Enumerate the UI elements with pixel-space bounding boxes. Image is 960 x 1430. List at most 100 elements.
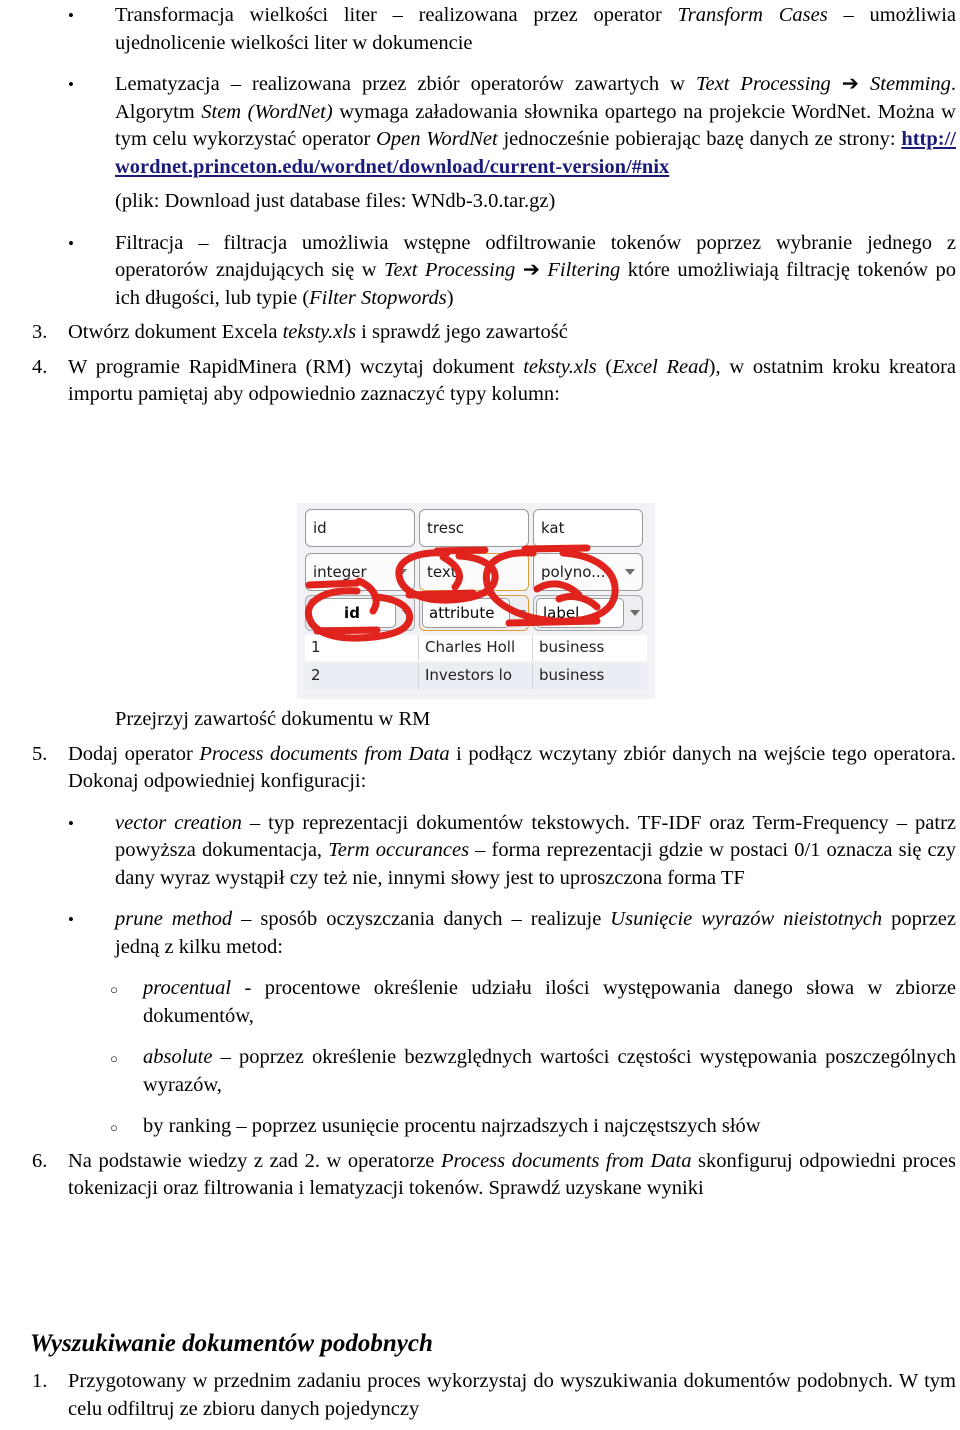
content-column-lower: Przejrzyj zawartość dokumentu w RM 5. Do…: [0, 706, 958, 1203]
column-role-cell-1: attribute: [419, 595, 533, 631]
column-name-cell-2: kat: [533, 509, 647, 547]
role-dropdown-id[interactable]: id: [305, 595, 415, 631]
subbullet-procentual: ○ procentual - procentowe określenie udz…: [0, 975, 958, 1030]
list-number: 4.: [32, 355, 48, 378]
role-dropdown-label[interactable]: label: [533, 595, 643, 631]
column-role-cell-0: id: [305, 595, 419, 631]
bullet-prune-method: • prune method – sposób oczyszczania dan…: [0, 906, 958, 961]
subbullet-absolute-text: absolute – poprzez określenie bezwzględn…: [143, 1046, 956, 1096]
column-type-cell-0: integer: [305, 553, 419, 591]
bullet-marker: •: [68, 813, 74, 833]
bullet-lematyzacja: • Lematyzacja – realizowana przez zbiór …: [0, 71, 958, 181]
type-dropdown-text[interactable]: text: [419, 553, 529, 591]
cell-id: 1: [305, 635, 419, 661]
column-name-cell-1: tresc: [419, 509, 533, 547]
caption-przejrzyj-text: Przejrzyj zawartość dokumentu w RM: [115, 708, 431, 730]
subbullet-marker: ○: [110, 1120, 118, 1135]
bullet-prune-method-text: prune method – sposób oczyszczania danyc…: [115, 908, 956, 958]
column-name-input-kat[interactable]: kat: [533, 509, 643, 547]
step-6-tokenization: 6. Na podstawie wiedzy z zad 2. w operat…: [0, 1148, 958, 1203]
bullet-filtracja: • Filtracja – filtracja umożliwia wstępn…: [0, 230, 958, 313]
subbullet-procentual-text: procentual - procentowe określenie udzia…: [143, 977, 956, 1027]
cell-kat: business: [539, 666, 605, 684]
bullet-transform-cases-text: Transformacja wielkości liter – realizow…: [115, 4, 956, 54]
document-page: • Transformacja wielkości liter – realiz…: [0, 0, 960, 1430]
bullet-transform-cases: • Transformacja wielkości liter – realiz…: [0, 2, 958, 57]
page-title: Wyszukiwanie dokumentów podobnych: [30, 1330, 433, 1357]
cell-kat: business: [539, 638, 605, 656]
cell-tresc: Charles Holl: [419, 635, 533, 661]
step-3-open-excel: 3. Otwórz dokument Excela teksty.xls i s…: [0, 319, 958, 347]
subbullet-by-ranking: ○ by ranking – poprzez usunięcie procent…: [0, 1113, 958, 1141]
subbullet-absolute: ○ absolute – poprzez określenie bezwzglę…: [0, 1044, 958, 1099]
caption-przejrzyj: Przejrzyj zawartość dokumentu w RM: [0, 706, 958, 734]
list-number: 1.: [32, 1370, 48, 1392]
content-column: • Transformacja wielkości liter – realiz…: [0, 2, 958, 409]
bullet-lematyzacja-text: Lematyzacja – realizowana przez zbiór op…: [115, 73, 956, 178]
chevron-down-icon: [402, 610, 412, 616]
list-number: 3.: [32, 321, 48, 343]
subbullet-marker: ○: [110, 1051, 118, 1066]
section-wyszukiwanie: Wyszukiwanie dokumentów podobnych 1. Prz…: [0, 1327, 958, 1423]
table-row: 1 Charles Holl business: [305, 635, 647, 661]
chevron-down-icon: [397, 569, 407, 575]
column-type-cell-1: text: [419, 553, 533, 591]
cell-id: 2: [305, 663, 419, 689]
bullet-vector-creation-text: vector creation – typ reprezentacji doku…: [115, 811, 956, 889]
step-6-text: Na podstawie wiedzy z zad 2. w operatorz…: [68, 1149, 956, 1200]
type-dropdown-polynominal[interactable]: polyno...: [533, 553, 643, 591]
role-dropdown-attribute[interactable]: attribute: [419, 595, 529, 631]
table-row: 2 Investors lo business: [305, 663, 647, 689]
step-5-process-documents: 5. Dodaj operator Process documents from…: [0, 741, 958, 796]
step-1-text: Przygotowany w przednim zadaniu proces w…: [68, 1370, 956, 1420]
subbullet-by-ranking-text: by ranking – poprzez usunięcie procentu …: [143, 1115, 761, 1137]
type-dropdown-integer-label: integer: [313, 563, 367, 581]
step-4-rapidminer-import: 4. W programie RapidMinera (RM) wczytaj …: [0, 354, 958, 409]
subbullet-marker: ○: [110, 982, 118, 997]
bullet-marker: •: [68, 6, 74, 25]
column-name-row: id tresc kat: [305, 509, 647, 547]
role-dropdown-label-label: label: [536, 598, 624, 628]
type-dropdown-polynominal-label: polyno...: [541, 563, 606, 581]
bullet-vector-creation: • vector creation – typ reprezentacji do…: [0, 810, 958, 893]
chevron-down-icon: [625, 569, 635, 575]
type-dropdown-text-label: text: [427, 563, 457, 581]
role-dropdown-id-label: id: [308, 598, 396, 628]
list-number: 5.: [32, 742, 48, 765]
rapidminer-grid: id tresc kat integer text polyno... id a…: [305, 509, 647, 697]
role-dropdown-attribute-label: attribute: [422, 598, 510, 628]
bullet-marker: •: [68, 910, 74, 929]
note-wndb-file-text: (plik: Download just database files: WNd…: [115, 190, 556, 212]
column-name-input-tresc[interactable]: tresc: [419, 509, 529, 547]
bullet-marker: •: [68, 233, 74, 253]
column-type-cell-2: polyno...: [533, 553, 647, 591]
column-name-cell-0: id: [305, 509, 419, 547]
cell-tresc: Investors lo: [419, 663, 533, 689]
type-dropdown-integer[interactable]: integer: [305, 553, 415, 591]
note-wndb-file: (plik: Download just database files: WNd…: [0, 188, 958, 216]
column-name-input-id[interactable]: id: [305, 509, 415, 547]
column-role-cell-2: label: [533, 595, 647, 631]
chevron-down-icon: [630, 610, 640, 616]
step-4-text: W programie RapidMinera (RM) wczytaj dok…: [68, 355, 957, 406]
list-number: 6.: [32, 1149, 48, 1172]
column-type-row: integer text polyno...: [305, 553, 647, 591]
step-3-text: Otwórz dokument Excela teksty.xls i spra…: [68, 321, 568, 343]
step-1-similar-docs: 1. Przygotowany w przednim zadaniu proce…: [0, 1368, 958, 1423]
chevron-down-icon: [516, 610, 526, 616]
bullet-filtracja-text: Filtracja – filtracja umożliwia wstępne …: [115, 231, 956, 309]
column-role-row: id attribute label: [305, 595, 647, 631]
